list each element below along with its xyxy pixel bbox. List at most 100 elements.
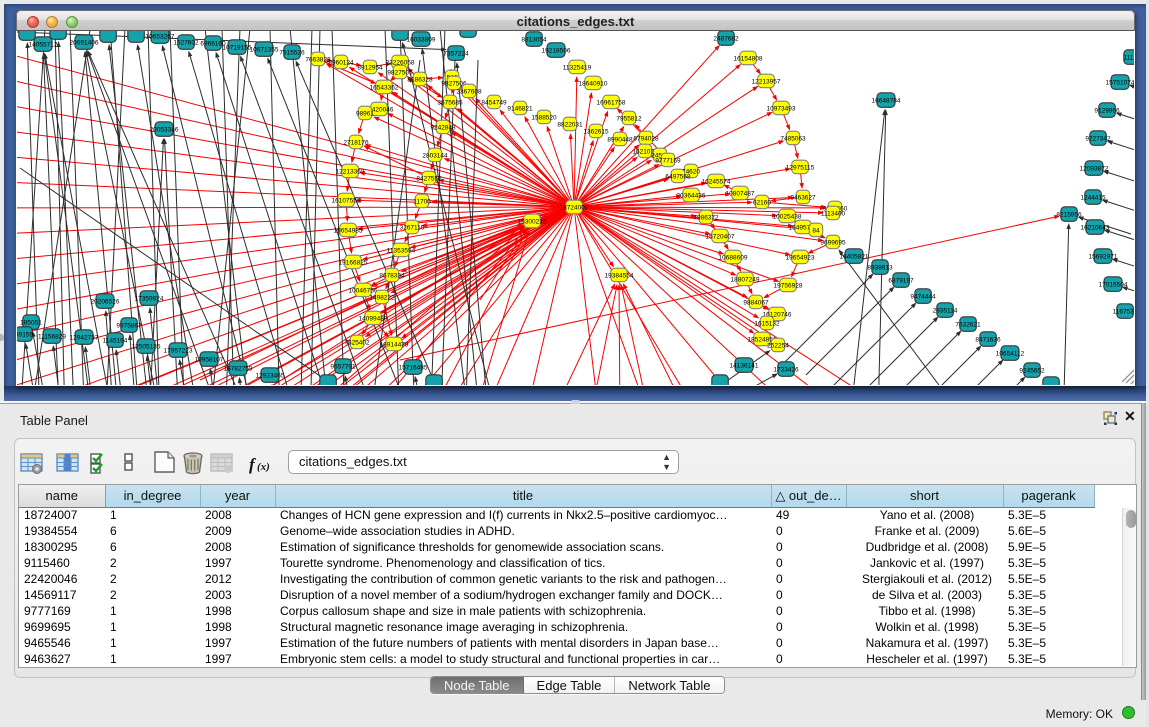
svg-text:17957223: 17957223 — [164, 347, 193, 354]
svg-text:19384554: 19384554 — [605, 272, 634, 279]
svg-text:7986372: 7986372 — [693, 214, 719, 221]
svg-text:7632621: 7632621 — [955, 321, 981, 328]
svg-text:8990448: 8990448 — [607, 136, 633, 143]
svg-text:7663822: 7663822 — [305, 56, 331, 63]
svg-text:16033809: 16033809 — [407, 36, 436, 43]
svg-text:2803144: 2803144 — [422, 152, 448, 159]
svg-text:6879197: 6879197 — [888, 277, 914, 284]
svg-text:9242848: 9242848 — [430, 124, 456, 131]
svg-text:16154808: 16154808 — [734, 55, 763, 62]
svg-text:7485063: 7485063 — [780, 135, 806, 142]
svg-text:16107553: 16107553 — [332, 197, 361, 204]
svg-text:7515526: 7515526 — [279, 49, 305, 56]
svg-text:9245652: 9245652 — [1019, 367, 1045, 374]
svg-text:7955812: 7955812 — [616, 115, 642, 122]
svg-text:16543362: 16543362 — [370, 84, 399, 91]
svg-text:16245574: 16245574 — [702, 178, 731, 185]
svg-text:8960124: 8960124 — [328, 59, 354, 66]
svg-text:1615132: 1615132 — [754, 320, 780, 327]
svg-text:f: f — [249, 455, 257, 474]
svg-text:84: 84 — [812, 227, 820, 234]
svg-text:9146821: 9146821 — [507, 105, 533, 112]
svg-text:15751074: 15751074 — [1106, 79, 1134, 86]
svg-text:10973493: 10973493 — [767, 105, 796, 112]
svg-text:12213369: 12213369 — [336, 168, 365, 175]
svg-text:19654923: 19654923 — [786, 254, 815, 261]
svg-text:11700: 11700 — [413, 198, 431, 205]
svg-text:12093872: 12093872 — [1080, 165, 1109, 172]
svg-text:12505135: 12505135 — [132, 343, 161, 350]
svg-text:11123: 11123 — [1123, 54, 1134, 61]
svg-text:62160: 62160 — [753, 199, 771, 206]
svg-text:12975115: 12975115 — [786, 164, 815, 171]
svg-text:11353594: 11353594 — [387, 247, 416, 254]
svg-text:19218506: 19218506 — [542, 47, 571, 54]
svg-text:16914479: 16914479 — [380, 341, 409, 348]
svg-text:12213957: 12213957 — [752, 78, 781, 85]
svg-text:9463627: 9463627 — [790, 194, 816, 201]
svg-text:7625402: 7625402 — [344, 339, 370, 346]
svg-text:10958107: 10958107 — [195, 356, 224, 363]
svg-text:17016504: 17016504 — [1099, 281, 1128, 288]
svg-text:6794028: 6794028 — [633, 135, 659, 142]
svg-text:10671355: 10671355 — [250, 46, 279, 53]
svg-text:8678334: 8678334 — [379, 272, 405, 279]
svg-text:15300215: 15300215 — [518, 218, 547, 225]
svg-text:8186328: 8186328 — [407, 76, 433, 83]
svg-text:19654985: 19654985 — [334, 227, 363, 234]
svg-text:20206526: 20206526 — [91, 298, 120, 305]
svg-text:12923465: 12923465 — [256, 372, 285, 379]
svg-text:19166825: 19166825 — [339, 259, 368, 266]
svg-text:10653267: 10653267 — [146, 33, 175, 40]
svg-text:9884067: 9884067 — [743, 299, 769, 306]
svg-text:185051: 185051 — [20, 319, 42, 326]
svg-text:8454749: 8454749 — [481, 99, 507, 106]
svg-text:1588520: 1588520 — [531, 114, 557, 121]
svg-text:9474444: 9474444 — [910, 293, 936, 300]
svg-text:1733426: 1733426 — [773, 366, 799, 373]
svg-text:10046756: 10046756 — [349, 287, 378, 294]
svg-text:10807487: 10807487 — [726, 190, 755, 197]
svg-text:15692971: 15692971 — [1089, 253, 1118, 260]
svg-text:20364436: 20364436 — [677, 192, 706, 199]
svg-text:10025438: 10025438 — [773, 213, 802, 220]
svg-text:10719155: 10719155 — [223, 44, 252, 51]
svg-text:9827505: 9827505 — [387, 69, 413, 76]
svg-text:2935114: 2935114 — [933, 307, 958, 314]
svg-text:17359924: 17359924 — [135, 295, 164, 302]
svg-text:9227342: 9227342 — [1085, 135, 1111, 142]
svg-text:16782759: 16782759 — [224, 365, 253, 372]
svg-text:9975867: 9975867 — [116, 322, 142, 329]
svg-text:1244415: 1244415 — [1080, 194, 1106, 201]
svg-text:20053346: 20053346 — [150, 126, 179, 133]
svg-text:39159: 39159 — [17, 331, 33, 338]
svg-text:8471636: 8471636 — [975, 336, 1001, 343]
svg-text:18807249: 18807249 — [731, 276, 760, 283]
svg-text:9657791: 9657791 — [330, 363, 356, 370]
svg-text:8912954: 8912954 — [357, 64, 383, 71]
svg-text:8215956: 8215956 — [1056, 211, 1082, 218]
svg-text:12942737: 12942737 — [70, 334, 99, 341]
svg-text:14136141: 14136141 — [730, 362, 759, 369]
svg-text:14099489: 14099489 — [359, 315, 388, 322]
svg-text:9129966: 9129966 — [1094, 107, 1120, 114]
svg-text:8813054: 8813054 — [521, 36, 547, 43]
svg-text:11325419: 11325419 — [563, 64, 592, 71]
svg-text:1527602: 1527602 — [173, 39, 199, 46]
svg-text:16405821: 16405821 — [840, 253, 869, 260]
svg-text:19756928: 19756928 — [774, 282, 803, 289]
svg-text:20691406: 20691406 — [70, 39, 99, 46]
svg-text:252254: 252254 — [767, 342, 789, 349]
svg-text:11156829: 11156829 — [38, 333, 66, 340]
svg-text:16961758: 16961758 — [597, 99, 626, 106]
svg-text:8938913: 8938913 — [867, 264, 893, 271]
svg-text:1362615: 1362615 — [583, 128, 609, 135]
svg-text:15720407: 15720407 — [706, 233, 735, 240]
svg-text:2487682: 2487682 — [713, 35, 739, 42]
svg-text:9777169: 9777169 — [655, 157, 681, 164]
svg-text:16210643: 16210643 — [1081, 224, 1110, 231]
svg-text:1113400: 1113400 — [821, 210, 846, 217]
svg-text:18640910: 18640910 — [579, 80, 608, 87]
svg-text:(x): (x) — [257, 461, 270, 473]
svg-text:9699695: 9699695 — [820, 239, 846, 246]
